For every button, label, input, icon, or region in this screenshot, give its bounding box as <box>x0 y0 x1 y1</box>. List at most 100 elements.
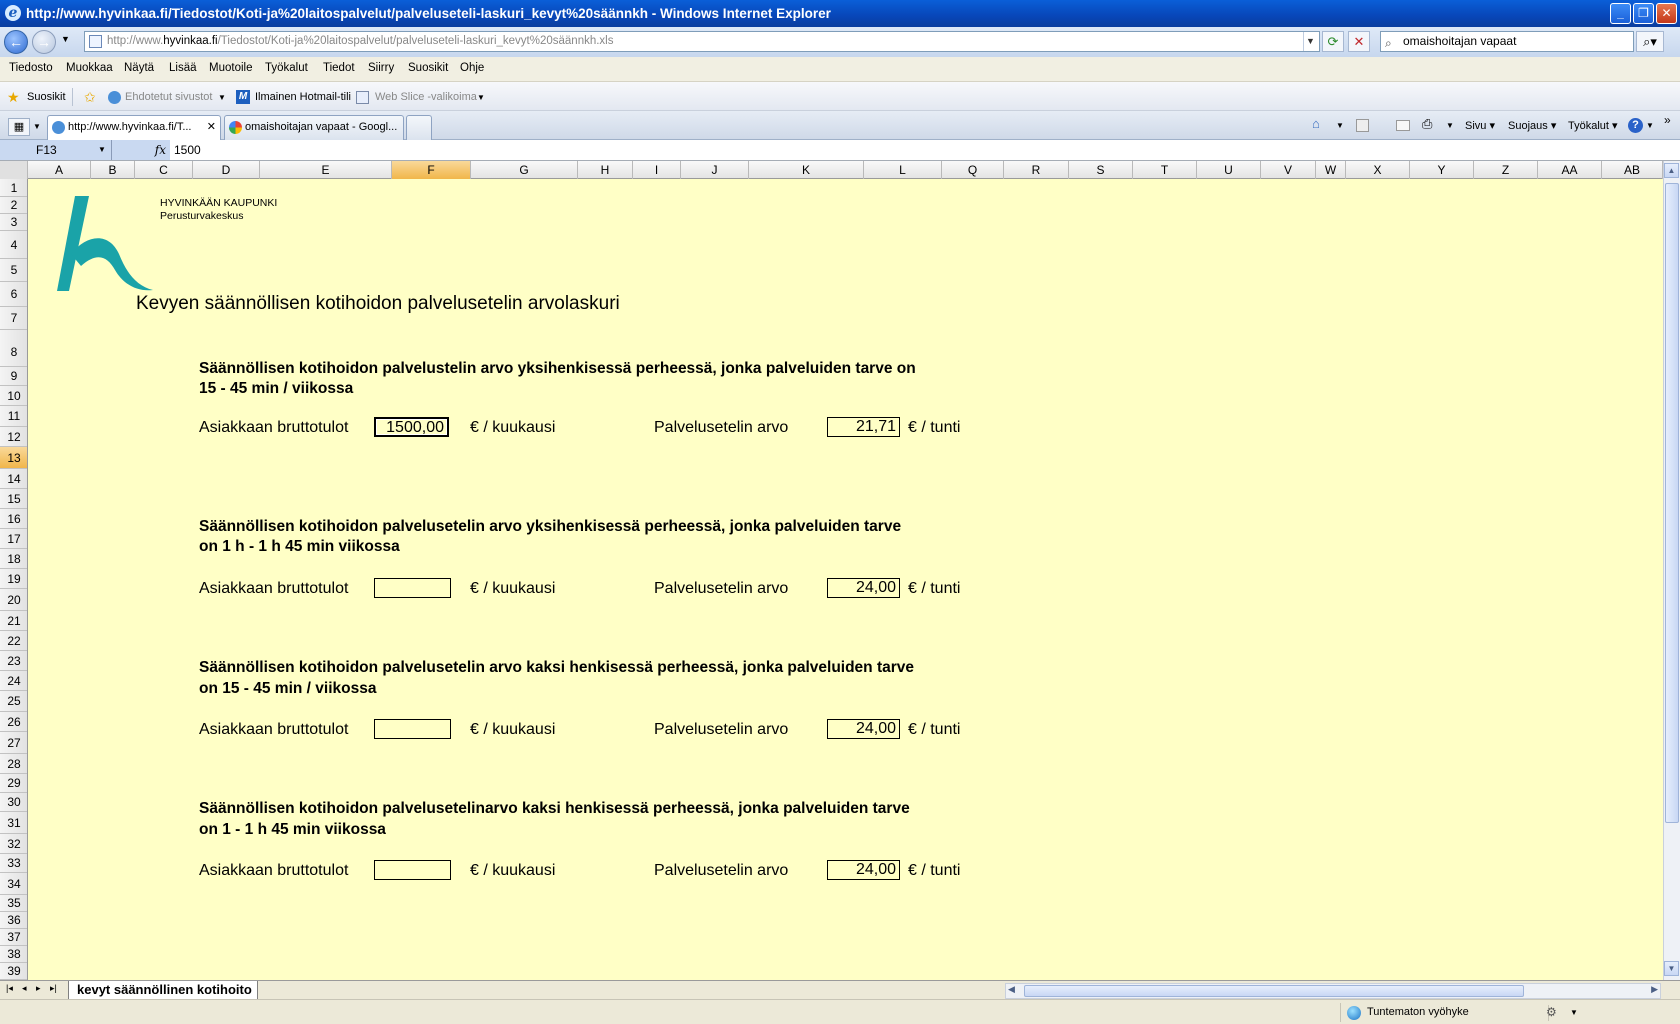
row-header[interactable]: 6 <box>0 282 27 307</box>
menu-file[interactable]: Tiedosto <box>9 62 53 74</box>
suggested-sites-link[interactable]: Ehdotetut sivustot <box>125 91 212 103</box>
chevron-down-icon[interactable]: ▼ <box>98 140 106 160</box>
column-header[interactable]: Y <box>1410 161 1474 179</box>
row-header[interactable]: 2 <box>0 197 27 214</box>
horizontal-scrollbar[interactable]: ◀ ▶ <box>1005 983 1661 999</box>
row-header[interactable]: 10 <box>0 386 27 406</box>
column-header[interactable]: J <box>681 161 749 179</box>
chevron-down-icon[interactable]: ▼ <box>1570 1008 1578 1017</box>
chevron-down-icon[interactable]: ▼ <box>477 93 485 102</box>
row-header[interactable]: 11 <box>0 406 27 427</box>
row-header[interactable]: 37 <box>0 929 27 946</box>
column-header[interactable]: Q <box>942 161 1004 179</box>
column-header[interactable]: B <box>91 161 135 179</box>
row-header[interactable]: 17 <box>0 529 27 549</box>
protected-mode-icon[interactable]: ⚙ <box>1546 1005 1557 1019</box>
add-favorite-icon[interactable]: ✩ <box>84 89 96 106</box>
income-input-1[interactable]: 1500,00 <box>374 417 449 437</box>
column-header[interactable]: K <box>749 161 864 179</box>
new-tab-button[interactable] <box>406 115 432 140</box>
sheet-tab-active[interactable]: kevyt säännöllinen kotihoito <box>68 981 258 1000</box>
column-header[interactable]: G <box>471 161 578 179</box>
address-input[interactable]: http://www.hyvinkaa.fi/Tiedostot/Koti-ja… <box>84 31 1320 52</box>
column-header[interactable]: U <box>1197 161 1261 179</box>
scroll-up-icon[interactable]: ▲ <box>1664 163 1679 178</box>
column-header[interactable]: D <box>193 161 260 179</box>
page-menu[interactable]: Sivu ▾ <box>1465 119 1495 132</box>
next-sheet-icon[interactable]: ▸ <box>36 983 41 994</box>
row-header[interactable]: 24 <box>0 671 27 691</box>
tools-menu[interactable]: Työkalut ▾ <box>1568 119 1618 132</box>
hotmail-link[interactable]: Ilmainen Hotmail-tili <box>255 91 351 103</box>
menu-format[interactable]: Muotoile <box>209 62 252 74</box>
column-header[interactable]: S <box>1069 161 1133 179</box>
row-header[interactable]: 1 <box>0 179 27 197</box>
horizontal-scroll-thumb[interactable] <box>1024 985 1524 997</box>
income-input-2[interactable] <box>374 578 451 598</box>
column-header[interactable]: Z <box>1474 161 1538 179</box>
more-tools-icon[interactable]: » <box>1664 113 1671 127</box>
restore-button[interactable]: ❐ <box>1633 3 1654 24</box>
row-header[interactable]: 7 <box>0 307 27 330</box>
menu-edit[interactable]: Muokkaa <box>66 62 113 74</box>
chevron-down-icon[interactable]: ▼ <box>1646 121 1654 130</box>
last-sheet-icon[interactable]: ▸| <box>50 983 57 994</box>
close-tab-icon[interactable]: ✕ <box>207 116 216 139</box>
row-header[interactable]: 27 <box>0 732 27 754</box>
feeds-icon[interactable] <box>1356 119 1369 132</box>
row-header[interactable]: 3 <box>0 214 27 231</box>
column-header-selected[interactable]: F <box>392 161 471 179</box>
search-input[interactable]: ⌕ omaishoitajan vapaat <box>1380 31 1634 52</box>
menu-view[interactable]: Näytä <box>124 62 154 74</box>
quick-tabs-icon[interactable]: ▦ <box>8 118 30 136</box>
menu-help[interactable]: Ohje <box>460 62 484 74</box>
row-header[interactable]: 30 <box>0 793 27 812</box>
menu-data[interactable]: Tiedot <box>323 62 355 74</box>
menu-favorites[interactable]: Suosikit <box>408 62 448 74</box>
vertical-scroll-thumb[interactable] <box>1665 183 1679 823</box>
row-header[interactable]: 12 <box>0 427 27 447</box>
column-header[interactable]: C <box>135 161 193 179</box>
row-header[interactable]: 4 <box>0 231 27 259</box>
forward-button[interactable]: → <box>32 30 56 54</box>
home-icon[interactable]: ⌂ <box>1312 116 1320 131</box>
row-header[interactable]: 18 <box>0 549 27 569</box>
row-header[interactable]: 8 <box>0 330 27 367</box>
menu-go[interactable]: Siirry <box>368 62 394 74</box>
column-header[interactable]: L <box>864 161 942 179</box>
search-button[interactable]: ⌕▾ <box>1636 31 1664 52</box>
row-header[interactable]: 9 <box>0 367 27 386</box>
web-slice-link[interactable]: Web Slice -valikoima <box>375 91 477 103</box>
row-header[interactable]: 26 <box>0 712 27 732</box>
refresh-icon[interactable]: ⟳ <box>1322 31 1344 52</box>
row-header[interactable]: 33 <box>0 854 27 873</box>
column-header[interactable]: E <box>260 161 392 179</box>
prev-sheet-icon[interactable]: ◂ <box>22 983 27 994</box>
select-all-corner[interactable] <box>0 161 28 179</box>
first-sheet-icon[interactable]: |◂ <box>6 983 13 994</box>
row-header[interactable]: 34 <box>0 873 27 895</box>
row-header[interactable]: 14 <box>0 469 27 489</box>
menu-tools[interactable]: Työkalut <box>265 62 308 74</box>
column-header[interactable]: R <box>1004 161 1069 179</box>
history-dropdown-icon[interactable]: ▼ <box>61 34 70 44</box>
print-icon[interactable]: ⎙ <box>1422 116 1432 132</box>
tab-google-search[interactable]: omaishoitajan vapaat - Googl... <box>224 115 404 140</box>
function-icon[interactable]: fx <box>112 140 170 160</box>
row-header[interactable]: 32 <box>0 834 27 854</box>
column-header[interactable]: V <box>1261 161 1316 179</box>
row-header[interactable]: 20 <box>0 589 27 611</box>
row-header[interactable]: 36 <box>0 912 27 929</box>
row-header[interactable]: 15 <box>0 489 27 509</box>
row-header[interactable]: 38 <box>0 946 27 963</box>
chevron-down-icon[interactable]: ▼ <box>1336 121 1344 130</box>
close-window-button[interactable]: ✕ <box>1656 3 1677 24</box>
column-header[interactable]: T <box>1133 161 1197 179</box>
menu-insert[interactable]: Lisää <box>169 62 197 74</box>
tab-hyvinkaa[interactable]: http://www.hyvinkaa.fi/T... ✕ <box>47 115 221 140</box>
row-header[interactable]: 25 <box>0 691 27 712</box>
stop-icon[interactable]: ✕ <box>1348 31 1370 52</box>
worksheet[interactable]: HYVINKÄÄN KAUPUNKI Perusturvakeskus Kevy… <box>28 179 1663 980</box>
income-input-4[interactable] <box>374 860 451 880</box>
row-header[interactable]: 31 <box>0 812 27 834</box>
